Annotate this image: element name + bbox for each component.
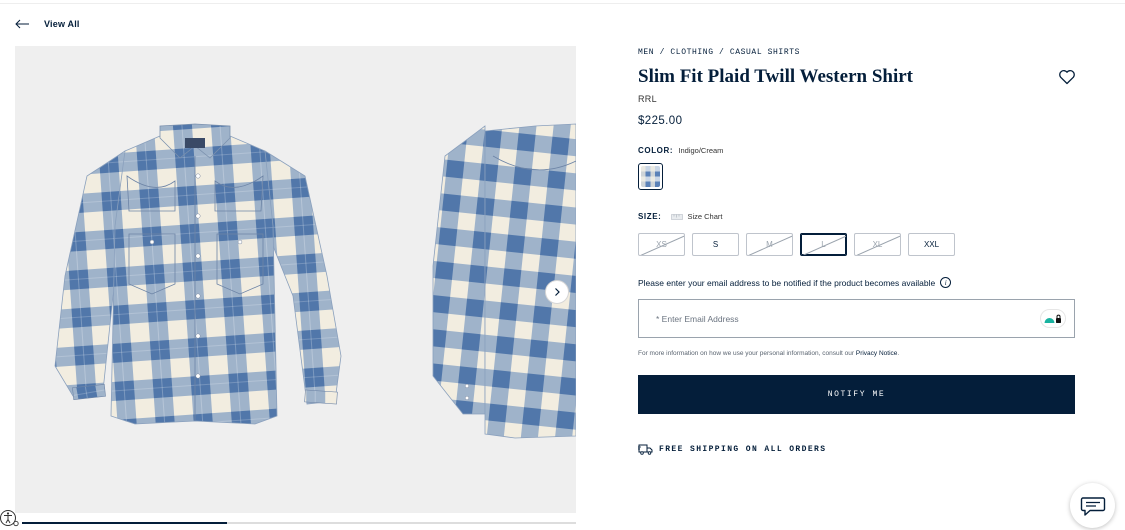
size-option-xl[interactable]: XL <box>854 233 901 256</box>
accessibility-button[interactable] <box>0 508 20 528</box>
top-divider <box>0 0 1125 4</box>
product-images <box>54 123 576 439</box>
privacy-end: . <box>897 350 900 357</box>
autofill-icon <box>1044 314 1061 323</box>
color-value: Indigo/Cream <box>678 146 724 155</box>
size-chart-link[interactable]: Size Chart <box>671 212 722 221</box>
privacy-text: For more information on how we use your … <box>638 350 899 357</box>
free-shipping-banner: FREE SHIPPING ON ALL ORDERS <box>638 443 826 455</box>
color-label: COLOR: <box>638 146 674 155</box>
info-icon[interactable]: i <box>940 277 952 288</box>
notify-me-button[interactable]: NOTIFY ME <box>638 375 1075 414</box>
notify-message-row: Please enter your email address to be no… <box>638 277 952 288</box>
size-option-xs[interactable]: XS <box>638 233 685 256</box>
wishlist-button[interactable] <box>1058 68 1076 86</box>
product-image-gallery[interactable] <box>15 46 576 513</box>
breadcrumb[interactable]: MEN / CLOTHING / CASUAL SHIRTS <box>638 48 800 57</box>
truck-icon <box>638 444 653 455</box>
chat-icon <box>1080 496 1105 516</box>
product-title: Slim Fit Plaid Twill Western Shirt <box>638 66 913 87</box>
heart-icon <box>1059 70 1075 85</box>
email-field-container <box>638 299 1075 338</box>
color-swatch-indigo-cream[interactable] <box>638 163 663 190</box>
shirt-front-image <box>54 123 342 425</box>
size-label: SIZE: <box>638 212 662 221</box>
next-image-button[interactable] <box>545 280 569 304</box>
gallery-progress-fill <box>22 522 227 524</box>
gallery-progress-bar <box>22 522 576 524</box>
view-all-label: View All <box>44 19 80 29</box>
product-brand: RRL <box>638 94 657 104</box>
size-option-s[interactable]: S <box>692 233 739 256</box>
size-options: XS S M L XL XXL <box>638 233 962 256</box>
size-chart-label: Size Chart <box>687 212 723 221</box>
product-price: $225.00 <box>638 115 683 127</box>
accessibility-icon <box>0 510 19 527</box>
swatch-fill <box>641 166 660 187</box>
notify-message: Please enter your email address to be no… <box>638 277 936 288</box>
chevron-right-icon <box>555 288 560 296</box>
size-option-l[interactable]: L <box>800 233 847 256</box>
ruler-icon <box>671 213 684 220</box>
size-option-xxl[interactable]: XXL <box>908 233 955 256</box>
email-field[interactable] <box>639 300 1034 337</box>
back-arrow-icon <box>15 19 29 29</box>
size-label-row: SIZE: Size Chart <box>638 212 722 221</box>
privacy-copy: For more information on how we use your … <box>638 350 856 357</box>
free-shipping-text: FREE SHIPPING ON ALL ORDERS <box>659 444 827 454</box>
password-manager-icon[interactable] <box>1040 309 1066 328</box>
color-label-row: COLOR: Indigo/Cream <box>638 146 723 155</box>
privacy-notice-link[interactable]: Privacy Notice <box>856 350 898 357</box>
chat-button[interactable] <box>1070 483 1115 528</box>
size-option-m[interactable]: M <box>746 233 793 256</box>
view-all-link[interactable]: View All <box>14 16 80 32</box>
